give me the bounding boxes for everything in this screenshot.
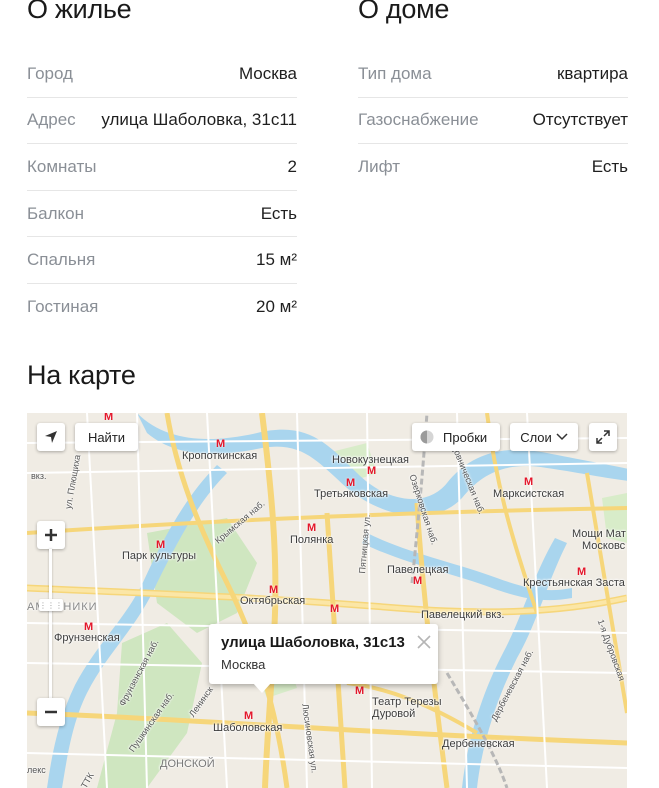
- map-label-polyanka: Полянка: [290, 534, 334, 546]
- metro-icon: M: [84, 621, 94, 633]
- map-label-vkz: вкз.: [31, 471, 47, 481]
- zoom-in-button[interactable]: [37, 521, 65, 549]
- plus-icon: [45, 529, 57, 541]
- housing-title: О жилье: [27, 0, 132, 24]
- prop-label: Город: [27, 63, 73, 83]
- balloon-title: улица Шаболовка, 31с13: [221, 634, 405, 651]
- prop-label: Спальня: [27, 250, 96, 270]
- metro-icon: M: [355, 685, 365, 697]
- prop-row-bedroom: Спальня 15 м²: [27, 237, 297, 284]
- zoom-slider[interactable]: [49, 549, 52, 699]
- prop-value: Отсутствует: [532, 110, 628, 130]
- prop-label: Тип дома: [358, 63, 432, 83]
- map-label-park-kultury: Парк культуры: [122, 550, 197, 562]
- metro-icon: M: [244, 710, 254, 722]
- prop-row-address: Адрес улица Шаболовка, 31с11: [27, 98, 297, 145]
- metro-icon: M: [577, 566, 587, 578]
- prop-label: Балкон: [27, 203, 85, 223]
- prop-value: Москва: [238, 63, 297, 83]
- zoom-out-button[interactable]: [37, 698, 65, 726]
- metro-icon: M: [367, 465, 377, 477]
- map-label-mosque-2: Московс: [582, 540, 626, 552]
- map-label-tretyakovskaya: Третьяковская: [314, 488, 389, 500]
- map-label-lenin-sm: лекс: [27, 765, 46, 775]
- expand-icon: [596, 430, 610, 444]
- balloon-tail: [253, 683, 271, 693]
- map-label-oktyabrskaya: Октябрьская: [240, 595, 306, 607]
- metro-icon: M: [104, 413, 114, 423]
- map-label-teatr-1: Театр Терезы: [372, 696, 442, 708]
- navigation-arrow-icon: [45, 431, 57, 443]
- prop-value: улица Шаболовка, 31с11: [101, 110, 297, 130]
- traffic-button[interactable]: Пробки: [412, 423, 500, 451]
- map-label-mosque-1: Мощи Мат: [572, 528, 626, 540]
- prop-label: Комнаты: [27, 156, 97, 176]
- balloon-subtitle: Москва: [221, 657, 266, 672]
- prop-value: Есть: [591, 157, 628, 177]
- geolocation-button[interactable]: [37, 423, 65, 451]
- prop-row-rooms: Комнаты 2: [27, 144, 297, 191]
- metro-icon: M: [346, 477, 356, 489]
- traffic-icon: [420, 430, 434, 444]
- map-label-donskoy: ДОНСКОЙ: [160, 758, 215, 770]
- map-label-marksistskaya: Марксистская: [493, 488, 565, 500]
- chevron-down-icon: [556, 433, 568, 441]
- map-base: [27, 413, 627, 788]
- prop-row-gas: Газоснабжение Отсутствует: [358, 98, 628, 145]
- metro-icon: M: [156, 539, 166, 551]
- metro-icon: M: [330, 603, 340, 615]
- prop-row-balcony: Балкон Есть: [27, 191, 297, 238]
- map-balloon: улица Шаболовка, 31с13 Москва: [209, 624, 438, 693]
- prop-row-elevator: Лифт Есть: [358, 144, 628, 191]
- building-title: О доме: [358, 0, 450, 24]
- prop-value: 2: [287, 156, 297, 176]
- prop-row-city: Город Москва: [27, 51, 297, 98]
- prop-value: квартира: [556, 63, 628, 83]
- prop-label: Гостиная: [27, 297, 99, 317]
- building-props: Тип дома квартира Газоснабжение Отсутствуе…: [358, 51, 628, 191]
- prop-value: Есть: [260, 203, 297, 223]
- prop-label: Лифт: [358, 157, 401, 177]
- metro-icon: M: [216, 438, 226, 450]
- prop-row-house-type: Тип дома квартира: [358, 51, 628, 98]
- prop-row-living-room: Гостиная 20 м²: [27, 284, 297, 331]
- prop-label: Адрес: [27, 110, 76, 130]
- close-icon[interactable]: [416, 634, 432, 650]
- layers-label: Слои: [520, 429, 552, 445]
- prop-label: Газоснабжение: [358, 110, 479, 130]
- minus-icon: [45, 710, 57, 714]
- map-label-frunzenskaya: Фрунзенская: [54, 632, 120, 644]
- metro-icon: M: [307, 522, 317, 534]
- map-label-derbenevskaya: Дербеневская: [442, 738, 515, 750]
- map-view[interactable]: Кропоткинская Новокузнецкая Третьяковска…: [27, 413, 627, 788]
- traffic-label: Пробки: [443, 429, 488, 445]
- map-label-krestyanskaya: Крестьянская Заста: [523, 577, 625, 589]
- metro-icon: M: [524, 476, 534, 488]
- map-label-shabolovskaya: Шаболовская: [213, 722, 283, 734]
- metro-icon: M: [269, 584, 279, 596]
- fullscreen-button[interactable]: [589, 423, 617, 451]
- map-label-teatr-2: Дуровой: [372, 708, 416, 720]
- zoom-slider-handle[interactable]: ⋮⋮⋮: [39, 599, 63, 611]
- map-title: На карте: [27, 360, 136, 390]
- metro-icon: M: [413, 575, 423, 587]
- layers-button[interactable]: Слои: [510, 423, 578, 451]
- map-label-paveletsky-vkz: Павелецкий вкз.: [421, 609, 505, 621]
- map-label-kropotkinskaya: Кропоткинская: [182, 450, 258, 462]
- prop-value: 15 м²: [256, 250, 297, 270]
- housing-props: Город Москва Адрес улица Шаболовка, 31с11 …: [27, 51, 297, 331]
- prop-value: 20 м²: [256, 297, 297, 317]
- find-button[interactable]: Найти: [75, 423, 138, 451]
